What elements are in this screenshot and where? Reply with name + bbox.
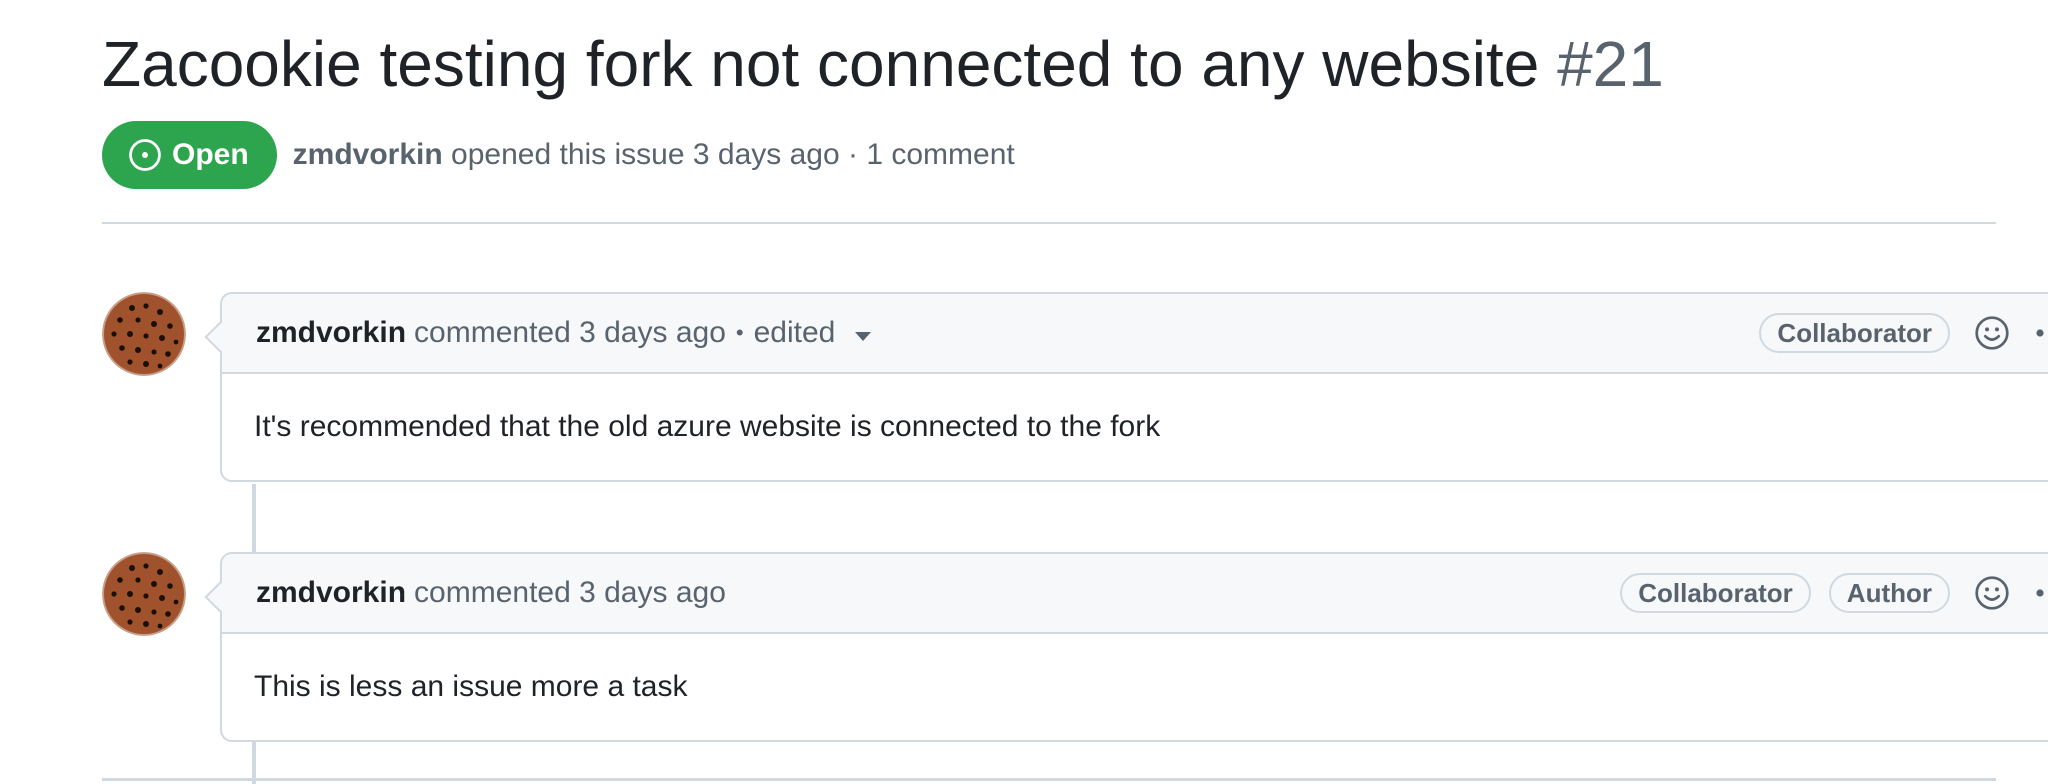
issue-state-badge: Open <box>102 121 277 189</box>
issue-meta-separator: · <box>848 138 858 171</box>
comment-1-author-link[interactable]: zmdvorkin <box>256 316 406 350</box>
comment-1-avatar[interactable] <box>102 292 186 376</box>
comment-1-timestamp[interactable]: commented 3 days ago <box>414 316 726 350</box>
comment-2: zmdvorkin commented 3 days ago Collabora… <box>220 552 2048 742</box>
bottom-divider <box>102 778 1996 781</box>
comment-1-badge-collaborator: Collaborator <box>1759 313 1950 353</box>
cookie-avatar-icon <box>102 292 186 376</box>
caret-down-icon[interactable] <box>855 331 872 341</box>
comment-1-header-left: zmdvorkin commented 3 days ago • edited <box>256 316 1741 350</box>
comment-1-body: It's recommended that the old azure webs… <box>254 410 1161 443</box>
issue-page: Zacookie testing fork not connected to a… <box>102 0 2048 784</box>
kebab-icon <box>2036 589 2044 597</box>
comment-2-author-link[interactable]: zmdvorkin <box>256 576 406 610</box>
comment-1-edited-link[interactable]: edited <box>754 316 836 350</box>
comment-1-reaction-button[interactable] <box>1972 313 2012 353</box>
kebab-icon <box>2036 329 2044 337</box>
issue-opened-text: opened this issue 3 days ago <box>451 138 840 171</box>
comment-2-reaction-button[interactable] <box>1972 573 2012 613</box>
comment-2-avatar[interactable] <box>102 552 186 636</box>
comment-2-header: zmdvorkin commented 3 days ago Collabora… <box>222 554 2048 634</box>
issue-opened-icon <box>129 139 161 171</box>
comment-2-header-left: zmdvorkin commented 3 days ago <box>256 576 1602 610</box>
comment-2-timestamp[interactable]: commented 3 days ago <box>414 576 726 610</box>
issue-meta: Open zmdvorkin opened this issue 3 days … <box>102 121 1015 189</box>
comment-2-badge-collaborator: Collaborator <box>1620 573 1811 613</box>
issue-meta-text: zmdvorkin opened this issue 3 days ago ·… <box>293 138 1015 172</box>
cookie-avatar-icon <box>102 552 186 636</box>
comment-2-header-right: Collaborator Author <box>1602 573 2048 613</box>
smiley-icon <box>1975 576 2009 610</box>
header-divider <box>102 222 1996 224</box>
issue-state-label: Open <box>172 138 249 171</box>
comment-1-header: zmdvorkin commented 3 days ago • edited … <box>222 294 2048 374</box>
issue-author-link[interactable]: zmdvorkin <box>293 138 443 171</box>
comment-1-separator: • <box>735 320 744 345</box>
issue-title: Zacookie testing fork not connected to a… <box>102 24 1664 104</box>
comment-1-options-button[interactable] <box>2034 313 2048 353</box>
issue-number: #21 <box>1557 28 1664 100</box>
smiley-icon <box>1975 316 2009 350</box>
comment-2-body: This is less an issue more a task <box>254 670 688 703</box>
comment-2-options-button[interactable] <box>2034 573 2048 613</box>
issue-title-text: Zacookie testing fork not connected to a… <box>102 28 1540 100</box>
comment-1: zmdvorkin commented 3 days ago • edited … <box>220 292 2048 482</box>
comment-1-header-right: Collaborator <box>1741 313 2048 353</box>
comment-2-badge-author: Author <box>1828 573 1950 613</box>
issue-comment-count: 1 comment <box>866 138 1015 171</box>
